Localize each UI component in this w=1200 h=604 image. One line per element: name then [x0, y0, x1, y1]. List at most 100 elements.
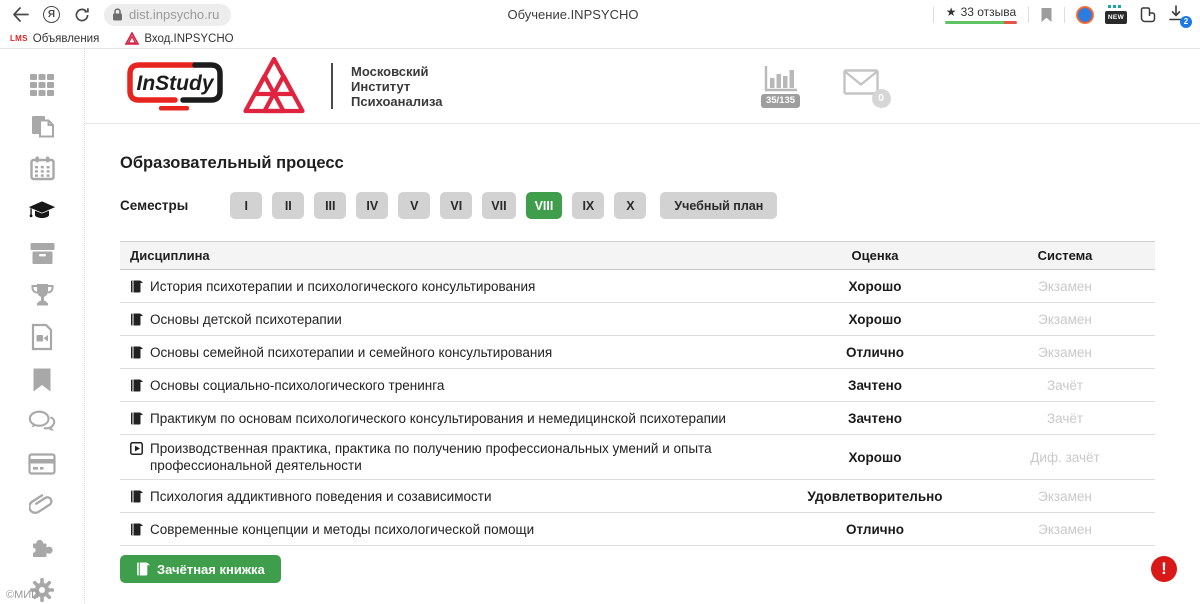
semesters-label: Семестры [120, 198, 188, 213]
graduation-cap-icon[interactable] [28, 197, 56, 225]
semester-button-3[interactable]: III [314, 192, 346, 219]
site-header: InStudy Московский Институт Психоанализа [85, 49, 1200, 124]
extension-glove-icon[interactable] [1138, 6, 1157, 23]
chat-icon[interactable] [28, 408, 56, 436]
grade-value: Удовлетворительно [775, 489, 975, 504]
yandex-profile-icon[interactable]: Я [43, 6, 60, 23]
column-discipline: Дисциплина [120, 242, 775, 269]
book-icon [130, 313, 143, 326]
semester-selector: Семестры I II III IV V VI VII VIII IX X … [120, 192, 1155, 219]
separator [933, 7, 934, 23]
lms-favicon: LMS [10, 34, 28, 43]
grid-icon[interactable] [28, 71, 56, 99]
separator [1064, 7, 1065, 23]
semester-button-2[interactable]: II [272, 192, 304, 219]
puzzle-icon[interactable] [28, 534, 56, 562]
address-bar[interactable]: dist.inpsycho.ru [104, 4, 231, 26]
documents-icon[interactable] [28, 113, 56, 141]
book-icon [130, 280, 143, 293]
play-icon [130, 442, 143, 455]
system-value: Зачёт [975, 411, 1155, 426]
browser-toolbar: Я dist.inpsycho.ru Обучение.INPSYCHO ★ 33… [0, 0, 1200, 29]
progress-badge: 35/135 [761, 94, 800, 108]
reviews-widget[interactable]: ★ 33 отзыва [945, 5, 1017, 24]
svg-text:InStudy: InStudy [137, 72, 215, 95]
alert-icon[interactable]: ! [1151, 556, 1177, 582]
archive-box-icon[interactable] [28, 239, 56, 267]
book-icon [130, 523, 143, 536]
grade-value: Хорошо [775, 279, 975, 294]
semester-button-10[interactable]: X [614, 192, 646, 219]
new-badge-label: NEW [1105, 11, 1127, 24]
grade-value: Зачтено [775, 411, 975, 426]
curriculum-plan-button[interactable]: Учебный план [660, 192, 777, 219]
browser-profile-avatar[interactable] [1076, 6, 1094, 24]
institute-name: Московский Институт Психоанализа [351, 64, 443, 109]
semester-button-5[interactable]: V [398, 192, 430, 219]
grade-value: Хорошо [775, 450, 975, 465]
paperclip-icon[interactable] [28, 492, 56, 520]
tab-title: Обучение.INPSYCHO [508, 7, 639, 22]
sidebar-copyright: ©МИП [6, 589, 39, 601]
column-grade: Оценка [775, 248, 975, 263]
downloads-icon[interactable]: 2 [1168, 5, 1188, 25]
table-row[interactable]: Практикум по основам психологического ко… [120, 402, 1155, 435]
progress-stats[interactable]: 35/135 [761, 65, 801, 108]
reviews-count: 33 отзыва [961, 5, 1017, 19]
table-row[interactable]: Основы детской психотерапии Хорошо Экзам… [120, 303, 1155, 336]
credit-card-icon[interactable] [28, 450, 56, 478]
book-icon [130, 412, 143, 425]
instudy-logo[interactable]: InStudy [123, 58, 227, 114]
semester-button-4[interactable]: IV [356, 192, 388, 219]
table-row[interactable]: Психология аддиктивного поведения и соза… [120, 480, 1155, 513]
system-value: Экзамен [975, 279, 1155, 294]
page-title: Образовательный процесс [120, 154, 1155, 173]
bookmark-flag-icon[interactable] [1040, 7, 1053, 23]
semester-button-7[interactable]: VII [482, 192, 515, 219]
grade-value: Хорошо [775, 312, 975, 327]
messages-count-badge: 0 [872, 89, 891, 108]
bookmark-inpsycho-login[interactable]: Вход.INPSYCHO [125, 32, 233, 45]
grade-value: Зачтено [775, 378, 975, 393]
semester-button-6[interactable]: VI [440, 192, 472, 219]
semester-button-9[interactable]: IX [572, 192, 604, 219]
system-value: Экзамен [975, 345, 1155, 360]
calendar-icon[interactable] [28, 155, 56, 183]
star-icon: ★ [946, 5, 957, 19]
envelope-icon [843, 69, 879, 95]
grades-table: Дисциплина Оценка Система История психот… [120, 241, 1155, 546]
bookmarks-bar: LMS Объявления Вход.INPSYCHO [0, 29, 1200, 48]
table-header-row: Дисциплина Оценка Система [120, 242, 1155, 270]
video-file-icon[interactable] [28, 323, 56, 351]
column-system: Система [975, 248, 1155, 263]
back-icon[interactable] [12, 7, 29, 22]
refresh-icon[interactable] [74, 7, 90, 23]
table-row[interactable]: Производственная практика, практика по п… [120, 435, 1155, 480]
book-icon [130, 490, 143, 503]
downloads-count-badge: 2 [1180, 16, 1192, 28]
grade-value: Отлично [775, 345, 975, 360]
book-icon [136, 562, 150, 576]
bar-chart-icon [761, 65, 801, 93]
gradebook-button[interactable]: Зачётная книжка [120, 555, 281, 583]
table-row[interactable]: Основы социально-психологического тренин… [120, 369, 1155, 402]
grade-value: Отлично [775, 522, 975, 537]
semester-button-8-active[interactable]: VIII [526, 192, 563, 219]
system-value: Экзамен [975, 312, 1155, 327]
lock-icon [112, 8, 123, 21]
table-row[interactable]: История психотерапии и психологического … [120, 270, 1155, 303]
system-value: Зачёт [975, 378, 1155, 393]
table-row[interactable]: Основы семейной психотерапии и семейного… [120, 336, 1155, 369]
book-icon [130, 379, 143, 392]
table-row[interactable]: Современные концепции и методы психологи… [120, 513, 1155, 546]
new-badge-dots [1108, 5, 1121, 8]
mip-favicon [125, 32, 139, 45]
bookmark-icon[interactable] [28, 366, 56, 394]
bookmark-announcements[interactable]: LMS Объявления [10, 33, 99, 45]
logo-divider [331, 63, 333, 109]
trophy-icon[interactable] [28, 281, 56, 309]
new-extension-icon[interactable]: NEW [1105, 5, 1127, 24]
semester-button-1[interactable]: I [230, 192, 262, 219]
mip-triangle-logo[interactable] [243, 56, 305, 116]
messages[interactable]: 0 [843, 69, 879, 100]
